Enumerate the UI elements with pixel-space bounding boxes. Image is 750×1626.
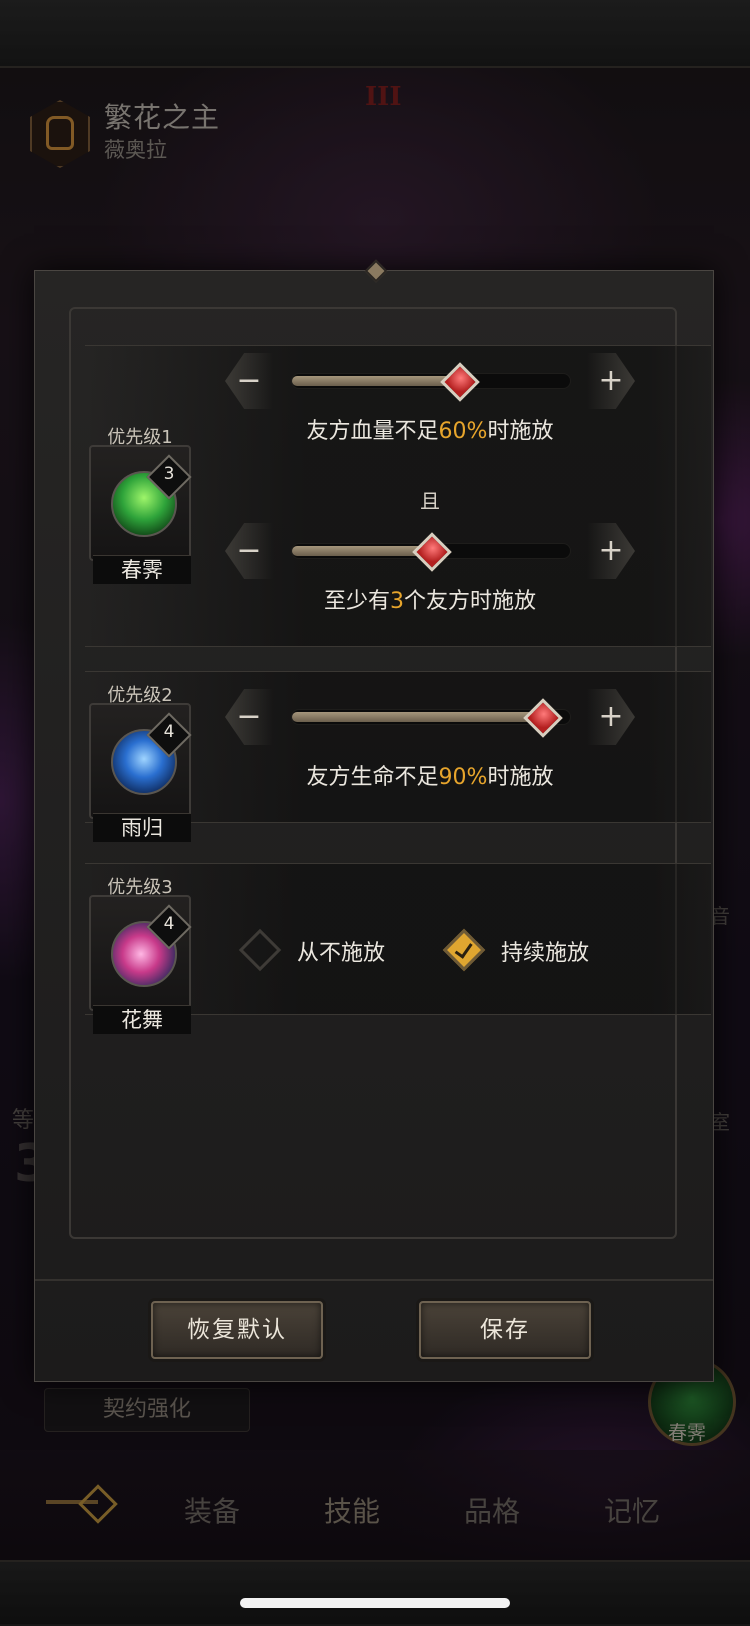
skill-card: 3 春霁: [89, 445, 192, 584]
condition-joiner: 且: [420, 489, 440, 513]
increase-button[interactable]: +: [587, 689, 635, 745]
decrease-button[interactable]: −: [225, 689, 273, 745]
increase-button[interactable]: +: [587, 353, 635, 409]
decrease-button[interactable]: −: [225, 353, 273, 409]
skill-auto-cast-dialog: 优先级1 3 春霁 − + 友方血量不足60%时施放 且 − + 至少有3个友方…: [34, 259, 714, 1382]
priority-card: 优先级1 3 春霁: [87, 423, 193, 584]
increase-button[interactable]: +: [587, 523, 635, 579]
slider-fill: [292, 712, 543, 722]
slider-thumb[interactable]: [412, 532, 452, 572]
slider-fill: [292, 376, 459, 386]
condition-text: 至少有3个友方时施放: [323, 589, 537, 614]
decrease-button[interactable]: −: [225, 523, 273, 579]
skill-card: 4 雨归: [89, 703, 192, 842]
slider-track[interactable]: [291, 698, 571, 738]
life-threshold-slider[interactable]: − +: [225, 689, 635, 745]
slider-thumb[interactable]: [439, 362, 480, 402]
health-threshold-slider[interactable]: − +: [225, 353, 635, 409]
unchecked-diamond-icon: [238, 928, 282, 972]
option-never-cast[interactable]: 从不施放: [238, 927, 419, 977]
save-button[interactable]: 保存: [419, 1301, 591, 1359]
slider-track[interactable]: [291, 532, 571, 572]
priority-card: 优先级2 4 雨归: [87, 681, 193, 842]
reset-default-button[interactable]: 恢复默认: [151, 1301, 323, 1359]
skill-name: 雨归: [93, 813, 191, 842]
checked-diamond-icon: [442, 928, 486, 972]
slider-thumb[interactable]: [523, 698, 563, 738]
skill-name: 春霁: [93, 555, 191, 584]
skill-name: 花舞: [93, 1005, 191, 1034]
skill-card: 4 花舞: [89, 895, 192, 1034]
footer-divider: [35, 1279, 713, 1281]
priority-card: 优先级3 4 花舞: [87, 873, 193, 1034]
condition-text: 友方血量不足60%时施放: [306, 419, 554, 444]
slider-track[interactable]: [291, 362, 571, 402]
ally-count-slider[interactable]: − +: [225, 523, 635, 579]
condition-text: 友方生命不足90%时施放: [306, 765, 554, 790]
option-always-cast[interactable]: 持续施放: [442, 927, 623, 977]
home-indicator: [240, 1598, 510, 1608]
slider-fill: [292, 546, 431, 556]
